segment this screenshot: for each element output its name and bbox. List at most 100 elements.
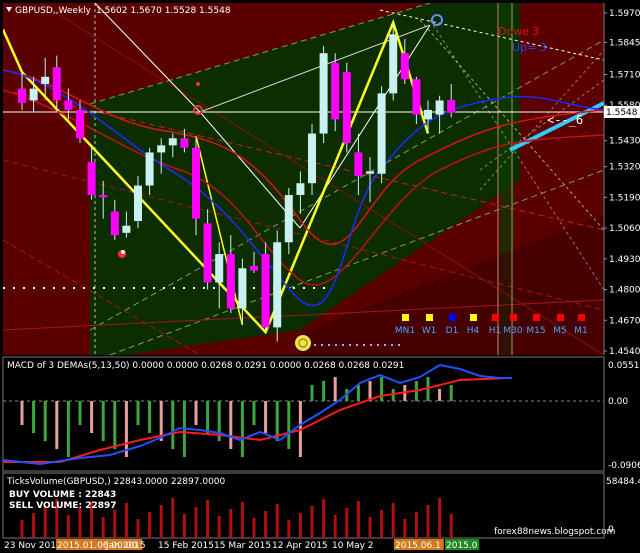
- time-axis-label: Jan 2015: [105, 541, 146, 551]
- buy-volume-label: BUY VOLUME : 22843: [9, 490, 116, 500]
- timeframe-marker: [492, 314, 499, 321]
- candle-body: [192, 147, 200, 219]
- macd-histogram-bar: [287, 401, 291, 449]
- volume-ytick-bottom: 0: [608, 525, 614, 535]
- volume-bar: [194, 507, 198, 538]
- timeframe-marker: [557, 314, 564, 321]
- candle-body: [435, 100, 444, 115]
- current-price-value: 1.5548: [606, 108, 638, 118]
- price-tick-label: 1.5060: [609, 224, 640, 234]
- candle-body: [215, 254, 224, 283]
- candle-body: [52, 67, 61, 101]
- macd-title: MACD of 3 DEMAs(5,13,50) 0.0000 0.0000 0…: [7, 361, 404, 371]
- macd-histogram-bar: [206, 401, 210, 433]
- volume-bar: [206, 500, 210, 538]
- timeframe-label: M1: [574, 326, 588, 336]
- macd-histogram-bar: [124, 401, 128, 457]
- timeframe-marker: [470, 314, 477, 321]
- macd-panel: MACD of 3 DEMAs(5,13,50) 0.0000 0.0000 0…: [2, 356, 640, 472]
- volume-bar: [275, 504, 279, 538]
- volume-bar: [217, 516, 221, 538]
- candle-body: [203, 223, 212, 283]
- candle-body: [296, 183, 305, 195]
- candle-body: [261, 254, 270, 328]
- volume-bar: [113, 510, 117, 538]
- volume-bar: [240, 502, 244, 538]
- timeframe-marker: [533, 314, 540, 321]
- timeframe-label: D1: [446, 326, 459, 336]
- price-tick-label: 1.4670: [609, 316, 640, 326]
- macd-histogram-bar: [43, 401, 47, 441]
- time-axis-label: 2015.06.1: [395, 541, 441, 551]
- macd-histogram-bar: [66, 401, 70, 457]
- macd-histogram-bar: [322, 381, 326, 401]
- volume-bar: [252, 518, 256, 538]
- main-price-panel: [3, 3, 604, 355]
- volume-bar: [356, 501, 360, 538]
- candle-body: [134, 185, 142, 221]
- volume-bar: [403, 519, 407, 538]
- timeframe-marker: [510, 314, 517, 321]
- price-tick-label: 1.5970: [609, 9, 640, 19]
- candle-body: [29, 88, 38, 101]
- volume-bar: [322, 499, 326, 538]
- volume-bar: [264, 511, 268, 538]
- macd-histogram-bar: [78, 401, 82, 425]
- timeframe-marker: [402, 314, 409, 321]
- macd-histogram-bar: [113, 401, 117, 449]
- volume-bar: [391, 503, 395, 538]
- volume-bar: [449, 514, 453, 538]
- symbol-label: GBPUSD,,Weekly: [15, 6, 92, 16]
- time-axis: 23 Nov 20142015.01.06 00:00Jan 2015 15 Fe…: [4, 539, 480, 551]
- candle-body: [168, 138, 177, 146]
- macd-ytick-bottom: -0.0906: [608, 461, 640, 471]
- time-axis-label: 12 Apr 2015: [272, 541, 328, 551]
- macd-histogram-bar: [356, 385, 360, 401]
- buy-signal-label: Up= 3: [512, 41, 547, 54]
- macd-histogram-bar: [136, 401, 140, 425]
- price-tick-label: 1.5845: [609, 39, 640, 49]
- volume-panel: TicksVolume(GBPUSD,) 22843.0000 22897.00…: [2, 472, 640, 539]
- volume-bar: [438, 498, 442, 538]
- candle-body: [157, 145, 166, 153]
- timeframe-label: M30: [503, 326, 522, 336]
- volume-bar: [426, 505, 430, 538]
- volume-ytick-top: 58484.4: [606, 477, 640, 487]
- time-axis-label: 10 May 2: [332, 541, 374, 551]
- volume-bar: [78, 508, 82, 538]
- macd-histogram-bar: [90, 401, 94, 433]
- macd-histogram-bar: [333, 377, 337, 401]
- candle-body: [273, 242, 282, 328]
- candle-body: [331, 62, 340, 120]
- current-price-tag: 1.5548: [604, 106, 640, 118]
- macd-histogram-bar: [229, 401, 233, 449]
- volume-bar: [368, 517, 372, 538]
- macd-histogram-bar: [380, 377, 384, 401]
- volume-bar: [124, 503, 128, 538]
- macd-histogram-bar: [310, 385, 314, 401]
- timeframe-marker: [578, 314, 585, 321]
- candle-body: [319, 53, 328, 134]
- candle-body: [447, 99, 456, 113]
- candle-body: [145, 152, 154, 186]
- macd-histogram-bar: [194, 401, 198, 425]
- volume-bar: [345, 508, 349, 538]
- time-axis-label: 23 Nov 2014: [4, 541, 62, 551]
- candle-body: [400, 53, 409, 80]
- candle-body: [424, 109, 432, 120]
- candle-body: [87, 161, 96, 195]
- volume-bar: [380, 510, 384, 538]
- volume-title: TicksVolume(GBPUSD,) 22843.0000 22897.00…: [6, 477, 226, 487]
- candle-body: [250, 265, 258, 271]
- volume-bar: [20, 520, 24, 538]
- macd-histogram-bar: [55, 401, 59, 449]
- timeframe-label: M5: [553, 326, 567, 336]
- candle-body: [354, 152, 363, 177]
- price-tick-label: 1.5430: [609, 137, 640, 147]
- candle-body: [41, 76, 50, 84]
- price-tick-label: 1.5190: [609, 193, 640, 203]
- timeframe-label: H1: [489, 326, 502, 336]
- timeframe-label: MN1: [395, 326, 415, 336]
- candle-body: [412, 79, 421, 115]
- macd-histogram-bar: [449, 385, 453, 401]
